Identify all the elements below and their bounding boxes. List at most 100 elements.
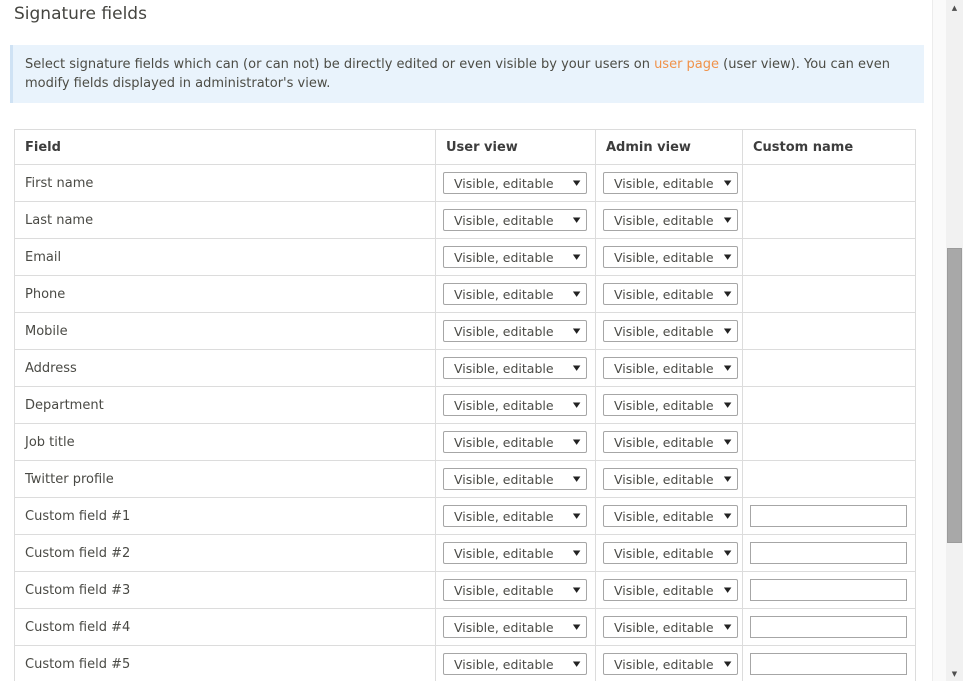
user-view-select-cell: Visible, editable ▼ [435, 571, 596, 609]
field-label: Last name [14, 201, 436, 239]
user-view-select[interactable]: Visible, editable ▼ [443, 653, 587, 675]
user-view-select[interactable]: Visible, editable ▼ [443, 616, 587, 638]
user-view-select-cell: Visible, editable ▼ [435, 164, 596, 202]
scrollbar-thumb[interactable] [947, 248, 962, 543]
admin-view-select-cell: Visible, editable ▼ [595, 608, 743, 646]
user-view-select[interactable]: Visible, editable ▼ [443, 283, 587, 305]
user-view-select[interactable]: Visible, editable ▼ [443, 209, 587, 231]
user-view-select-value: Visible, editable [454, 397, 554, 413]
custom-name-input[interactable] [750, 653, 907, 675]
vertical-scrollbar[interactable]: ▲ ▼ [946, 0, 963, 681]
custom-name-cell [742, 201, 916, 239]
admin-view-select[interactable]: Visible, editable ▼ [603, 653, 738, 675]
user-view-select-cell: Visible, editable ▼ [435, 497, 596, 535]
table-header-row: Field User view Admin view Custom name [14, 129, 916, 165]
user-view-select-value: Visible, editable [454, 545, 554, 561]
chevron-down-icon: ▼ [723, 549, 732, 557]
user-view-select[interactable]: Visible, editable ▼ [443, 172, 587, 194]
field-label: Custom field #1 [14, 497, 436, 535]
admin-view-select-value: Visible, editable [614, 619, 714, 635]
chevron-down-icon: ▼ [723, 179, 732, 187]
user-view-select[interactable]: Visible, editable ▼ [443, 468, 587, 490]
table-row: Custom field #3 Visible, editable ▼ Visible… [14, 571, 916, 609]
column-header-admin-view: Admin view [595, 129, 743, 165]
admin-view-select-cell: Visible, editable ▼ [595, 645, 743, 681]
field-label: Email [14, 238, 436, 276]
field-label: Twitter profile [14, 460, 436, 498]
admin-view-select[interactable]: Visible, editable ▼ [603, 172, 738, 194]
custom-name-cell [742, 312, 916, 350]
custom-name-input[interactable] [750, 579, 907, 601]
admin-view-select[interactable]: Visible, editable ▼ [603, 283, 738, 305]
chevron-down-icon: ▼ [572, 586, 581, 594]
admin-view-select[interactable]: Visible, editable ▼ [603, 357, 738, 379]
chevron-down-icon: ▼ [572, 660, 581, 668]
table-row: Address Visible, editable ▼ Visible, editab… [14, 349, 916, 387]
field-label: Address [14, 349, 436, 387]
user-view-select[interactable]: Visible, editable ▼ [443, 431, 587, 453]
user-view-select-value: Visible, editable [454, 212, 554, 228]
user-view-select-cell: Visible, editable ▼ [435, 534, 596, 572]
admin-view-select-value: Visible, editable [614, 434, 714, 450]
custom-name-input[interactable] [750, 616, 907, 638]
user-view-select-value: Visible, editable [454, 619, 554, 635]
user-view-select-value: Visible, editable [454, 249, 554, 265]
user-view-select[interactable]: Visible, editable ▼ [443, 579, 587, 601]
admin-view-select-value: Visible, editable [614, 545, 714, 561]
admin-view-select[interactable]: Visible, editable ▼ [603, 616, 738, 638]
admin-view-select-cell: Visible, editable ▼ [595, 534, 743, 572]
custom-name-cell [742, 645, 916, 681]
admin-view-select-cell: Visible, editable ▼ [595, 423, 743, 461]
admin-view-select-value: Visible, editable [614, 212, 714, 228]
user-view-select[interactable]: Visible, editable ▼ [443, 320, 587, 342]
scroll-up-icon[interactable]: ▲ [946, 0, 963, 15]
chevron-down-icon: ▼ [572, 327, 581, 335]
user-view-select-value: Visible, editable [454, 434, 554, 450]
custom-name-input[interactable] [750, 505, 907, 527]
admin-view-select[interactable]: Visible, editable ▼ [603, 431, 738, 453]
custom-name-cell [742, 386, 916, 424]
user-view-select-value: Visible, editable [454, 508, 554, 524]
user-view-select[interactable]: Visible, editable ▼ [443, 394, 587, 416]
user-view-select[interactable]: Visible, editable ▼ [443, 505, 587, 527]
admin-view-select-value: Visible, editable [614, 397, 714, 413]
custom-name-cell [742, 349, 916, 387]
admin-view-select[interactable]: Visible, editable ▼ [603, 320, 738, 342]
scroll-down-icon[interactable]: ▼ [946, 666, 963, 681]
user-view-select[interactable]: Visible, editable ▼ [443, 357, 587, 379]
user-view-select[interactable]: Visible, editable ▼ [443, 542, 587, 564]
admin-view-select[interactable]: Visible, editable ▼ [603, 505, 738, 527]
admin-view-select-value: Visible, editable [614, 471, 714, 487]
admin-view-select[interactable]: Visible, editable ▼ [603, 246, 738, 268]
user-view-select-value: Visible, editable [454, 471, 554, 487]
admin-view-select-value: Visible, editable [614, 286, 714, 302]
user-view-select-cell: Visible, editable ▼ [435, 460, 596, 498]
field-label: Department [14, 386, 436, 424]
field-label: Phone [14, 275, 436, 313]
field-label: Job title [14, 423, 436, 461]
chevron-down-icon: ▼ [723, 438, 732, 446]
field-label: Custom field #2 [14, 534, 436, 572]
user-view-select-cell: Visible, editable ▼ [435, 423, 596, 461]
column-header-field: Field [14, 129, 436, 165]
page-title: Signature fields [14, 4, 147, 24]
custom-name-cell [742, 608, 916, 646]
admin-view-select[interactable]: Visible, editable ▼ [603, 394, 738, 416]
custom-name-input[interactable] [750, 542, 907, 564]
admin-view-select-cell: Visible, editable ▼ [595, 349, 743, 387]
notice-text-before: Select signature fields which can (or ca… [25, 57, 655, 72]
admin-view-select[interactable]: Visible, editable ▼ [603, 579, 738, 601]
admin-view-select-cell: Visible, editable ▼ [595, 312, 743, 350]
user-view-select-cell: Visible, editable ▼ [435, 275, 596, 313]
admin-view-select[interactable]: Visible, editable ▼ [603, 468, 738, 490]
user-view-select-value: Visible, editable [454, 175, 554, 191]
table-row: Last name Visible, editable ▼ Visible, edit… [14, 201, 916, 239]
admin-view-select[interactable]: Visible, editable ▼ [603, 209, 738, 231]
admin-view-select[interactable]: Visible, editable ▼ [603, 542, 738, 564]
page-gutter [932, 0, 946, 681]
admin-view-select-cell: Visible, editable ▼ [595, 201, 743, 239]
table-row: Custom field #1 Visible, editable ▼ Visible… [14, 497, 916, 535]
user-view-select[interactable]: Visible, editable ▼ [443, 246, 587, 268]
admin-view-select-value: Visible, editable [614, 323, 714, 339]
user-page-link[interactable]: user page [654, 57, 719, 72]
